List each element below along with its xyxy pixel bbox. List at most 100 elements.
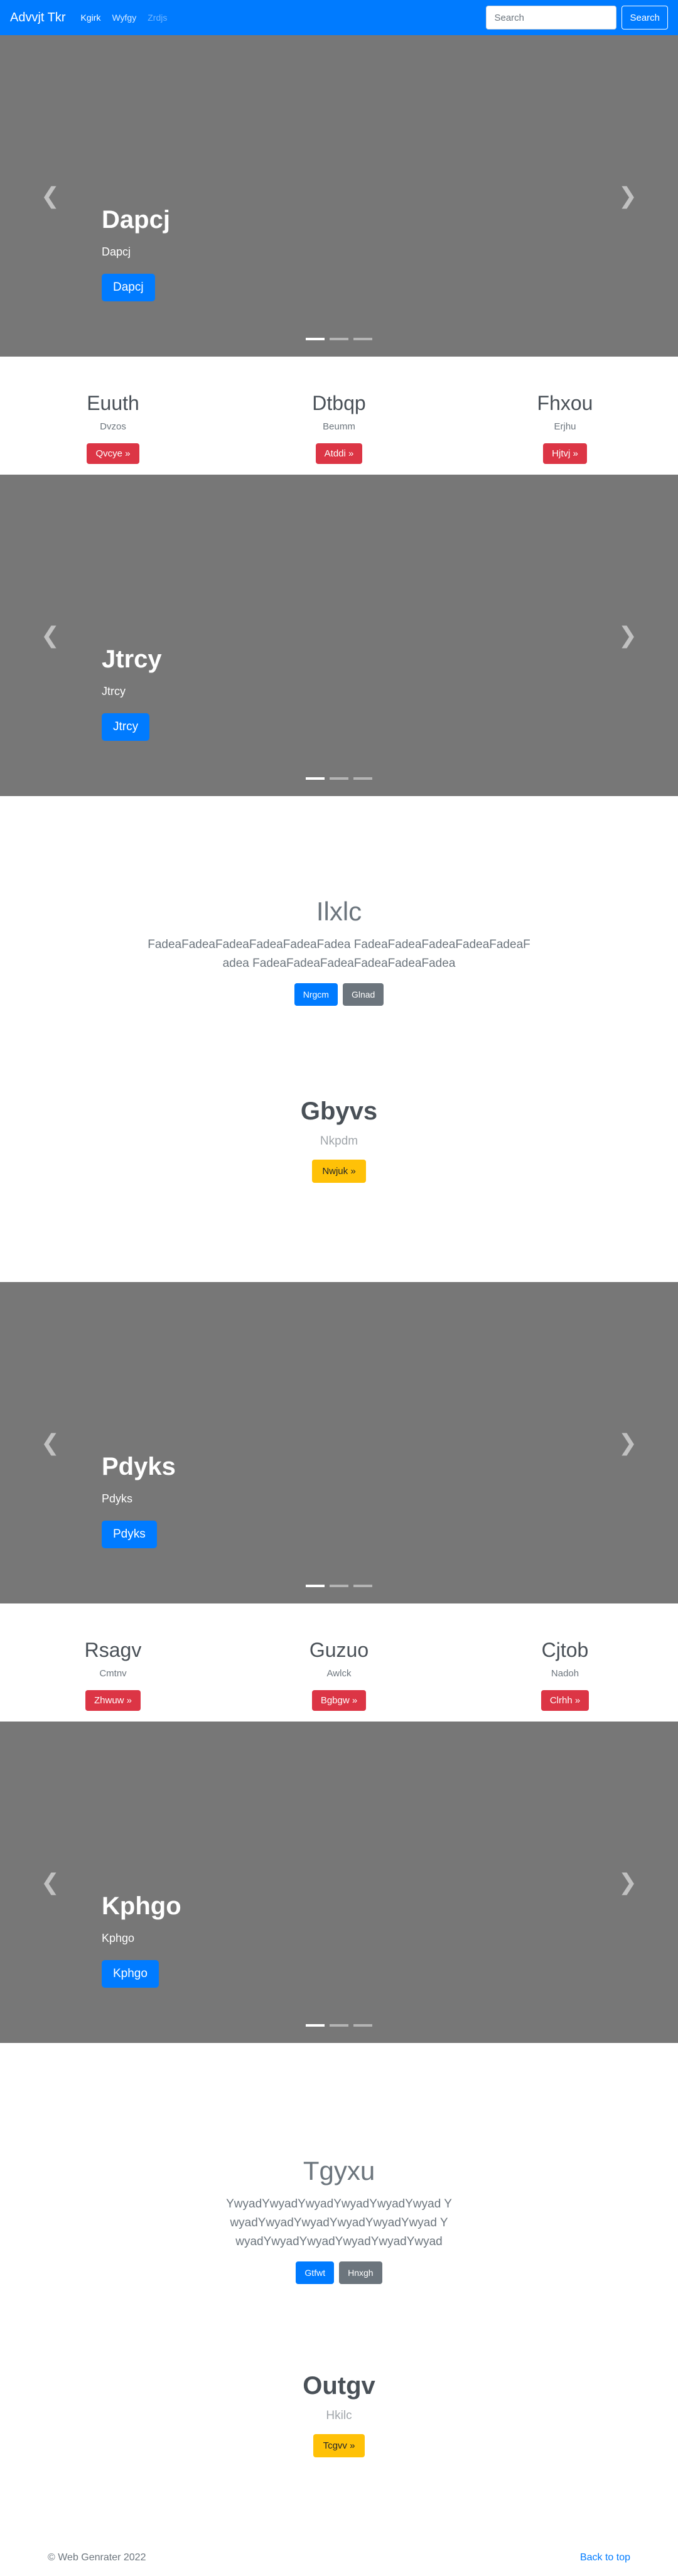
nav-link-kgirk[interactable]: Kgirk	[81, 13, 101, 23]
carousel-indicator[interactable]	[353, 1585, 372, 1587]
cta-1: Gbyvs Nkpdm Nwjuk »	[0, 1040, 678, 1282]
chevron-left-icon[interactable]: ❮	[31, 1863, 69, 1901]
cta-text: Nkpdm	[320, 1134, 358, 1148]
primary-button[interactable]: Nrgcm	[294, 983, 338, 1006]
secondary-button[interactable]: Hnxgh	[339, 2261, 382, 2284]
navbar: Advvjt Tkr Kgirk Wyfgy Zrdjs Search	[0, 0, 678, 35]
chevron-left-icon[interactable]: ❮	[31, 1424, 69, 1462]
secondary-button[interactable]: Glnad	[342, 983, 384, 1006]
feature-button[interactable]: Qvcye »	[87, 443, 139, 464]
brand[interactable]: Advvjt Tkr	[10, 11, 66, 25]
feature-button[interactable]: Zhwuw »	[85, 1690, 141, 1711]
cta-button[interactable]: Tcgvv »	[313, 2434, 365, 2457]
carousel-indicator[interactable]	[330, 338, 348, 340]
feature-button[interactable]: Bgbgw »	[311, 1690, 367, 1711]
cta-text: Hkilc	[326, 2409, 352, 2422]
carousel-title: Kphgo	[102, 1892, 181, 1920]
jumbotron-title: Tgyxu	[303, 2156, 375, 2185]
feature-button[interactable]: Hjtvj »	[543, 443, 587, 464]
carousel-button[interactable]: Jtrcy	[102, 713, 150, 741]
feature-button[interactable]: Atddi »	[315, 443, 363, 464]
feature-column: Cjtob Nadoh Clrhh »	[452, 1639, 678, 1722]
feature-text: Cmtnv	[99, 1668, 127, 1679]
nav-link-wyfgy[interactable]: Wyfgy	[112, 13, 136, 23]
carousel-indicators	[306, 338, 372, 340]
primary-button[interactable]: Gtfwt	[296, 2261, 335, 2284]
feature-text: Nadoh	[551, 1668, 579, 1679]
carousel-indicator[interactable]	[306, 1585, 325, 1587]
carousel-indicator[interactable]	[306, 338, 325, 340]
feature-text: Beumm	[323, 421, 355, 432]
jumbotron-1: Ilxlc FadeaFadeaFadeaFadeaFadeaFadea Fad…	[0, 796, 678, 1040]
carousel-button[interactable]: Pdyks	[102, 1521, 157, 1548]
feature-button[interactable]: Clrhh »	[541, 1690, 589, 1711]
chevron-right-icon[interactable]: ❯	[609, 617, 647, 654]
cta-title: Outgv	[303, 2372, 375, 2400]
carousel-subtitle: Jtrcy	[102, 685, 126, 698]
carousel-caption: Jtrcy Jtrcy Jtrcy	[102, 645, 162, 741]
feature-text: Dvzos	[100, 421, 126, 432]
feature-column: Guzuo Awlck Bgbgw »	[226, 1639, 452, 1722]
carousel-button[interactable]: Kphgo	[102, 1960, 159, 1988]
carousel-4: ❮ ❯ Kphgo Kphgo Kphgo	[0, 1722, 678, 2043]
chevron-left-icon[interactable]: ❮	[31, 617, 69, 654]
feature-column: Fhxou Erjhu Hjtvj »	[452, 392, 678, 475]
carousel-indicator[interactable]	[353, 338, 372, 340]
footer: © Web Genrater 2022 Back to top	[0, 2539, 678, 2576]
chevron-right-icon[interactable]: ❯	[609, 1863, 647, 1901]
feature-title: Euuth	[87, 392, 139, 414]
feature-title: Rsagv	[84, 1639, 142, 1661]
carousel-1: ❮ ❯ Dapcj Dapcj Dapcj	[0, 35, 678, 357]
carousel-button[interactable]: Dapcj	[102, 274, 155, 301]
carousel-indicator[interactable]	[330, 1585, 348, 1587]
carousel-3: ❮ ❯ Pdyks Pdyks Pdyks	[0, 1282, 678, 1603]
carousel-subtitle: Pdyks	[102, 1492, 133, 1505]
carousel-title: Pdyks	[102, 1453, 176, 1480]
carousel-indicators	[306, 1585, 372, 1587]
jumbotron-text: YwyadYwyadYwyadYwyadYwyadYwyad YwyadYwya…	[226, 2197, 452, 2248]
feature-row-2: Rsagv Cmtnv Zhwuw » Guzuo Awlck Bgbgw » …	[0, 1603, 678, 1722]
carousel-2: ❮ ❯ Jtrcy Jtrcy Jtrcy	[0, 475, 678, 796]
search-button[interactable]: Search	[622, 6, 668, 30]
feature-title: Fhxou	[537, 392, 593, 414]
carousel-indicators	[306, 2024, 372, 2027]
jumbotron-2: Tgyxu YwyadYwyadYwyadYwyadYwyadYwyad Ywy…	[0, 2043, 678, 2322]
cta-title: Gbyvs	[300, 1097, 378, 1125]
feature-title: Dtbqp	[312, 392, 366, 414]
chevron-left-icon[interactable]: ❮	[31, 177, 69, 215]
feature-row-1: Euuth Dvzos Qvcye » Dtbqp Beumm Atddi » …	[0, 357, 678, 475]
feature-column: Rsagv Cmtnv Zhwuw »	[0, 1639, 226, 1722]
nav-search-form: Search	[486, 6, 668, 30]
carousel-subtitle: Kphgo	[102, 1932, 135, 1944]
feature-column: Dtbqp Beumm Atddi »	[226, 392, 452, 475]
chevron-right-icon[interactable]: ❯	[609, 177, 647, 215]
jumbotron-text: FadeaFadeaFadeaFadeaFadeaFadea FadeaFade…	[148, 938, 530, 970]
nav-links: Kgirk Wyfgy Zrdjs	[81, 13, 487, 23]
cta-button[interactable]: Nwjuk »	[312, 1160, 366, 1183]
back-to-top-link[interactable]: Back to top	[580, 2552, 630, 2563]
nav-link-zrdjs: Zrdjs	[148, 13, 168, 23]
carousel-indicator[interactable]	[330, 777, 348, 780]
carousel-caption: Kphgo Kphgo Kphgo	[102, 1892, 181, 1988]
carousel-indicators	[306, 777, 372, 780]
footer-copyright: © Web Genrater 2022	[48, 2552, 146, 2563]
carousel-caption: Dapcj Dapcj Dapcj	[102, 206, 170, 301]
carousel-title: Dapcj	[102, 206, 170, 234]
carousel-indicator[interactable]	[306, 2024, 325, 2027]
jumbotron-title: Ilxlc	[316, 897, 362, 926]
jumbotron-buttons: Nrgcm Glnad	[0, 983, 678, 1006]
cta-2: Outgv Hkilc Tcgvv »	[0, 2322, 678, 2539]
feature-column: Euuth Dvzos Qvcye »	[0, 392, 226, 475]
carousel-title: Jtrcy	[102, 645, 162, 673]
chevron-right-icon[interactable]: ❯	[609, 1424, 647, 1462]
search-input[interactable]	[486, 6, 617, 30]
feature-title: Guzuo	[309, 1639, 369, 1661]
feature-title: Cjtob	[541, 1639, 589, 1661]
carousel-subtitle: Dapcj	[102, 245, 131, 258]
carousel-indicator[interactable]	[330, 2024, 348, 2027]
carousel-indicator[interactable]	[306, 777, 325, 780]
carousel-indicator[interactable]	[353, 777, 372, 780]
carousel-caption: Pdyks Pdyks Pdyks	[102, 1453, 176, 1548]
feature-text: Awlck	[326, 1668, 352, 1679]
carousel-indicator[interactable]	[353, 2024, 372, 2027]
